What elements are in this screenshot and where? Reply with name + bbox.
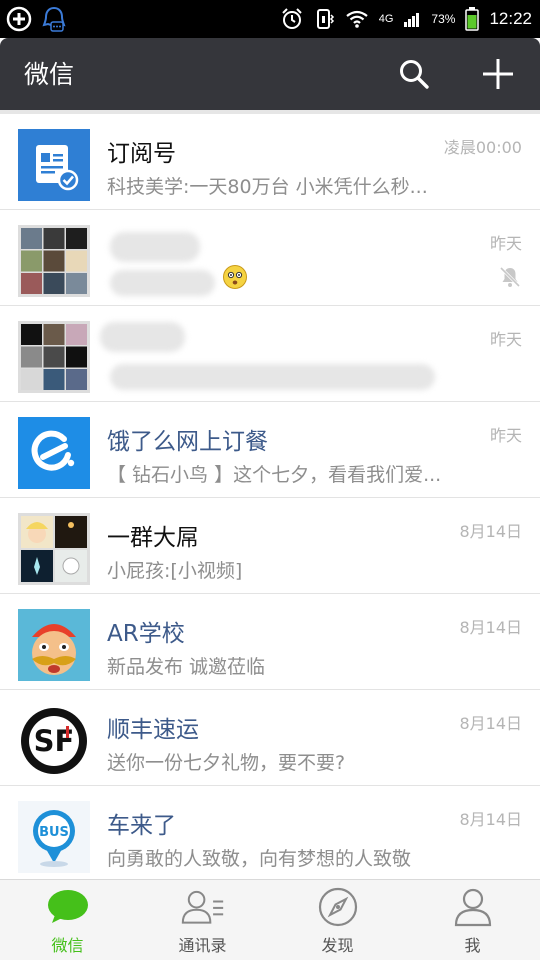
group-avatar: [18, 513, 90, 585]
chat-bubble-icon: [46, 887, 90, 927]
search-icon: [400, 60, 429, 89]
chat-preview: 科技美学:一天80万台 小米凭什么秒...: [107, 176, 428, 198]
signal-icon: [404, 13, 420, 27]
chat-row-subscriptions[interactable]: 订阅号 科技美学:一天80万台 小米凭什么秒... 凌晨00:00: [0, 114, 540, 210]
chat-time: 8月14日: [459, 522, 522, 541]
chat-row-eleme[interactable]: 饿了么网上订餐 【 钻石小鸟 】这个七夕，看看我们爱... 昨天: [0, 402, 540, 498]
tab-discover[interactable]: 发现: [270, 880, 405, 960]
chat-time: 昨天: [489, 330, 522, 349]
group-avatar: [18, 225, 90, 297]
chat-preview: 小屁孩:[小视频]: [107, 560, 243, 582]
eleme-logo: [18, 417, 90, 489]
subscription-icon: [18, 129, 90, 201]
tab-label: 微信: [51, 936, 84, 955]
redacted-preview: [110, 364, 435, 390]
qq-notification-icon: [42, 6, 66, 32]
app-header: 微信: [0, 38, 540, 110]
battery-icon: [465, 7, 480, 31]
add-button[interactable]: [476, 52, 520, 96]
chat-time: 昨天: [489, 426, 522, 445]
cartoon-avatar: [18, 609, 90, 681]
redacted-name: [110, 232, 200, 262]
person-icon: [451, 887, 495, 927]
tab-label: 我: [464, 936, 481, 955]
tab-contacts[interactable]: 通讯录: [135, 880, 270, 960]
emoji-icon: [223, 265, 247, 289]
chat-row-blurred-group-1[interactable]: 昨天: [0, 210, 540, 306]
clock: 12:22: [489, 9, 532, 28]
chat-time: 8月14日: [459, 714, 522, 733]
tab-chats[interactable]: 微信: [0, 880, 135, 960]
chat-name: 车来了: [107, 813, 176, 839]
add-circle-icon: [6, 6, 32, 32]
contacts-icon: [181, 887, 225, 927]
tab-me[interactable]: 我: [405, 880, 540, 960]
chat-preview: 【 钻石小鸟 】这个七夕，看看我们爱...: [107, 464, 442, 486]
chat-time: 昨天: [489, 234, 522, 253]
chat-name: 顺丰速运: [107, 717, 199, 743]
chat-row-group-dadiao[interactable]: 一群大屌 小屁孩:[小视频] 8月14日: [0, 498, 540, 594]
tab-label: 通讯录: [178, 936, 227, 955]
chat-row-blurred-group-2[interactable]: 昨天: [0, 306, 540, 402]
chat-time: 8月14日: [459, 618, 522, 637]
bus-logo: BUS: [18, 801, 90, 873]
group-avatar: [18, 321, 90, 393]
chat-row-ar-school[interactable]: AR学校 新品发布 诚邀莅临 8月14日: [0, 594, 540, 690]
page-title: 微信: [24, 60, 75, 89]
chat-preview: 送你一份七夕礼物，要不要?: [107, 752, 346, 774]
chat-row-chelaile[interactable]: BUS 车来了 向勇敢的人致敬，向有梦想的人致敬 8月14日: [0, 786, 540, 879]
svg-text:BUS: BUS: [39, 825, 69, 840]
chat-name: 订阅号: [107, 141, 176, 167]
vibrate-icon: [316, 9, 334, 29]
compass-icon: [316, 887, 360, 927]
tab-label: 发现: [321, 936, 354, 955]
chat-time: 8月14日: [459, 810, 522, 829]
battery-percent: 73%: [431, 12, 456, 26]
redacted-name: [100, 322, 185, 352]
chat-name: 饿了么网上订餐: [107, 429, 268, 455]
chat-time: 凌晨00:00: [443, 138, 522, 157]
chat-name: 一群大屌: [107, 525, 199, 551]
network-type: 4G: [378, 13, 394, 25]
chat-preview: 新品发布 诚邀莅临: [107, 656, 266, 678]
wifi-icon: [346, 10, 368, 28]
redacted-preview: [110, 270, 215, 296]
chat-row-sf-express[interactable]: SF 顺丰速运 送你一份七夕礼物，要不要? 8月14日: [0, 690, 540, 786]
sf-logo: SF: [18, 705, 90, 777]
search-button[interactable]: [392, 52, 436, 96]
status-bar: 4G 73% 12:22: [0, 0, 540, 38]
chat-preview: 向勇敢的人致敬，向有梦想的人致敬: [107, 848, 412, 870]
chat-list[interactable]: 订阅号 科技美学:一天80万台 小米凭什么秒... 凌晨00:00 昨天 昨天 …: [0, 110, 540, 879]
chat-name: AR学校: [107, 621, 185, 647]
mute-bell-icon: [499, 266, 521, 288]
plus-icon: [483, 59, 513, 89]
alarm-icon: [282, 8, 302, 29]
bottom-tab-bar: 微信 通讯录 发现 我: [0, 879, 540, 960]
